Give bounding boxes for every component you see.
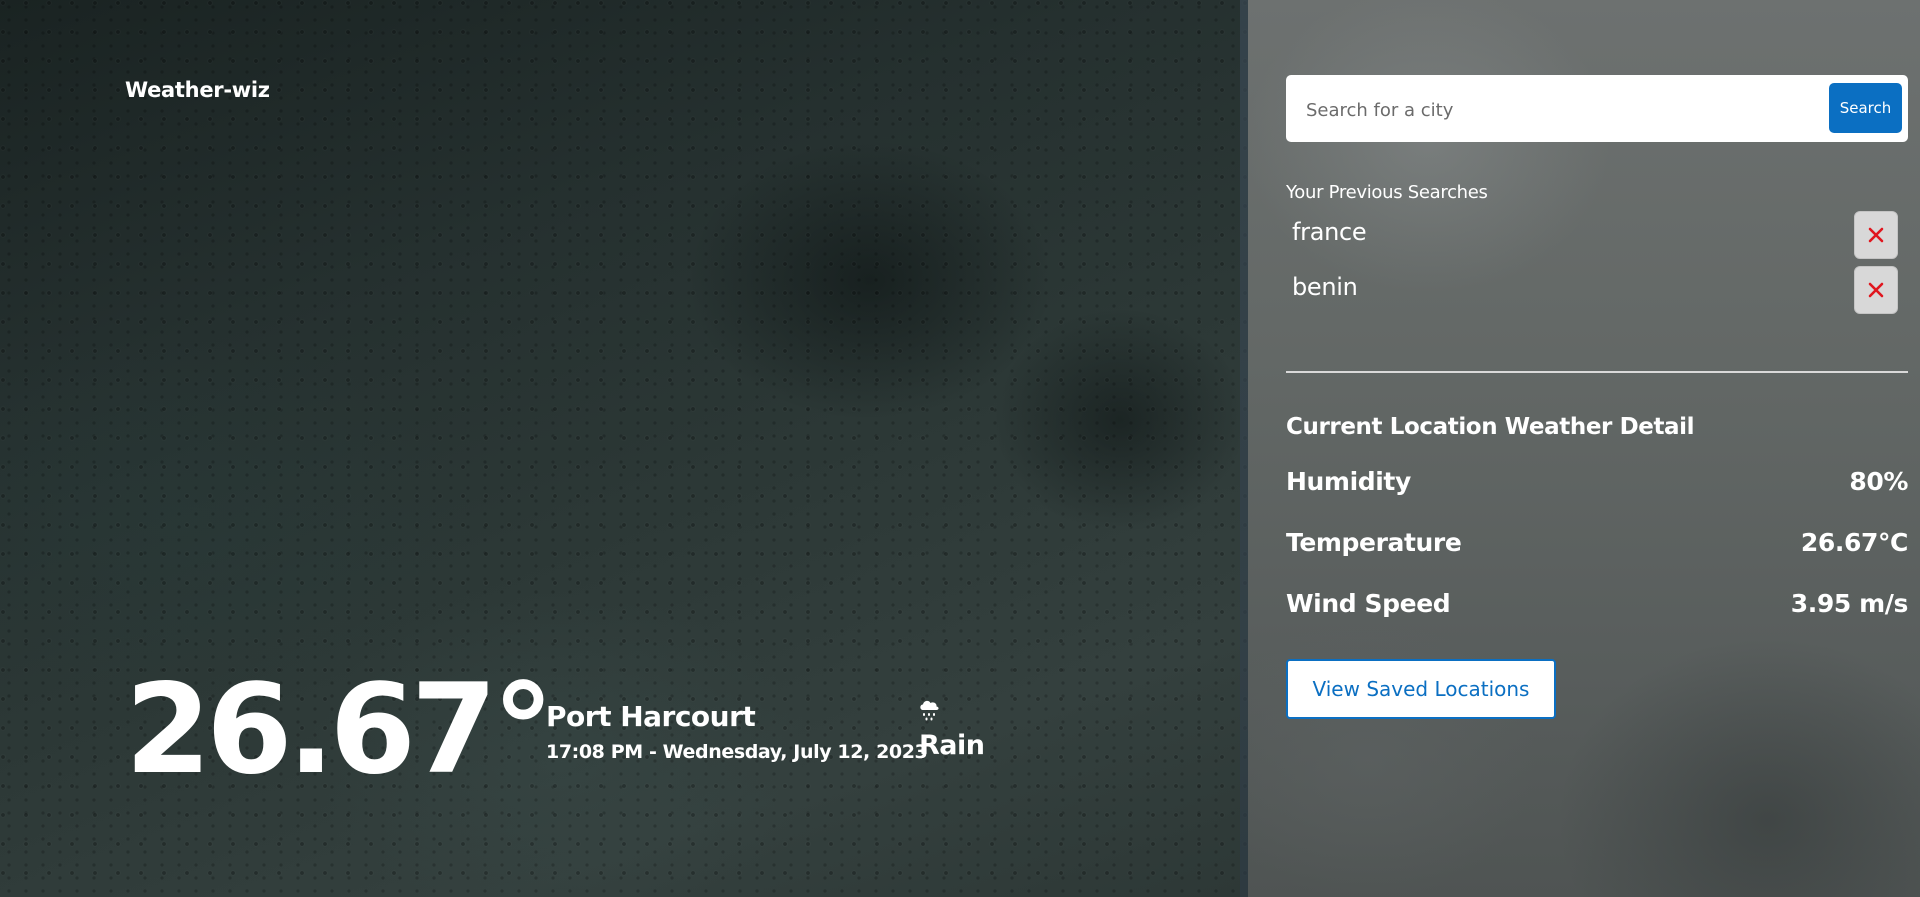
detail-value: 80% <box>1849 467 1908 496</box>
view-saved-locations-button[interactable]: View Saved Locations <box>1286 659 1556 719</box>
detail-value: 3.95 m/s <box>1790 589 1909 618</box>
previous-searches-title: Your Previous Searches <box>1286 182 1488 203</box>
close-icon <box>1868 227 1884 243</box>
search-input[interactable] <box>1304 91 1788 129</box>
detail-label: Temperature <box>1286 528 1462 557</box>
delete-search-button[interactable] <box>1854 211 1898 259</box>
current-city: Port Harcourt <box>546 700 756 733</box>
detail-value: 26.67°C <box>1800 528 1909 557</box>
panel-edge <box>1240 0 1248 897</box>
close-icon <box>1868 282 1884 298</box>
detail-label: Humidity <box>1286 467 1411 496</box>
search-button[interactable]: Search <box>1829 83 1902 133</box>
app-logo[interactable]: Weather-wiz <box>125 78 270 102</box>
search-bar: Search <box>1286 75 1908 142</box>
current-datetime: 17:08 PM - Wednesday, July 12, 2023 <box>546 741 928 763</box>
detail-row-temperature: Temperature 26.67°C <box>1286 528 1908 562</box>
weather-condition: Rain <box>919 730 985 761</box>
detail-label: Wind Speed <box>1286 589 1451 618</box>
divider <box>1286 371 1908 373</box>
previous-search-item[interactable]: france <box>1292 218 1367 246</box>
cloud-rain-icon <box>918 698 940 722</box>
delete-search-button[interactable] <box>1854 266 1898 314</box>
app-root: Weather-wiz 26.67° Port Harcourt 17:08 P… <box>0 0 1920 897</box>
weather-detail-title: Current Location Weather Detail <box>1286 414 1695 440</box>
detail-row-wind-speed: Wind Speed 3.95 m/s <box>1286 589 1908 623</box>
current-temperature: 26.67° <box>125 658 554 802</box>
previous-search-item[interactable]: benin <box>1292 273 1358 301</box>
detail-row-humidity: Humidity 80% <box>1286 467 1908 501</box>
